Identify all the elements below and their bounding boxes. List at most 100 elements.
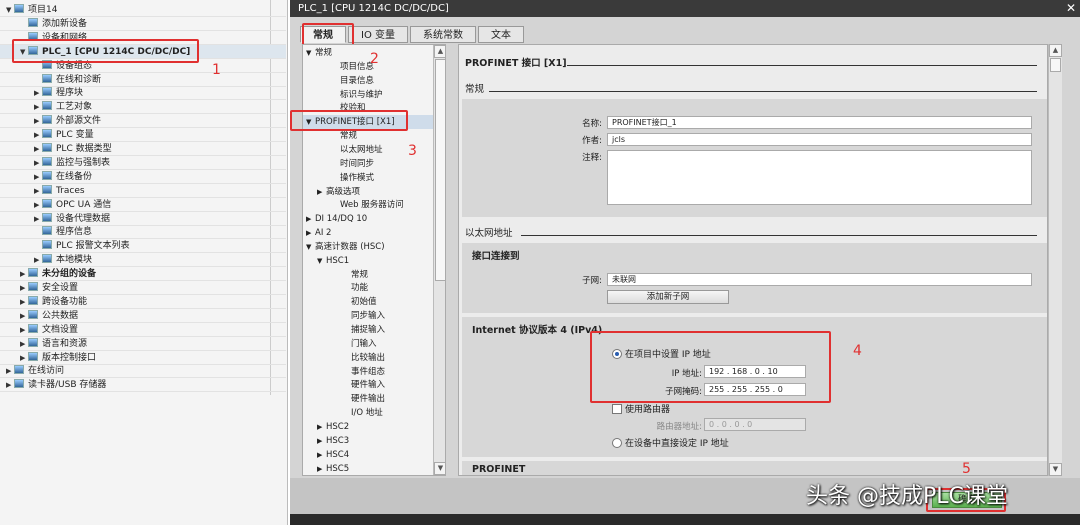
expand-arrow-icon[interactable]: ▶ [34, 114, 42, 128]
tree-item[interactable]: 程序信息 [0, 225, 286, 240]
expand-arrow-icon[interactable]: ▶ [6, 378, 14, 392]
expand-arrow-icon[interactable]: ▶ [317, 434, 326, 448]
nav-item[interactable]: I/O 地址 [303, 406, 435, 420]
expand-arrow-icon[interactable]: ▶ [317, 448, 326, 462]
tree-item[interactable]: 在线和诊断 [0, 73, 286, 87]
tree-item[interactable]: ▶ 在线备份 [0, 170, 286, 184]
expand-arrow-icon[interactable]: ▶ [20, 281, 28, 295]
expand-arrow-icon[interactable]: ▶ [20, 309, 28, 323]
nav-item[interactable]: 事件组态 [303, 365, 435, 379]
nav-item[interactable]: ▼ HSC1 [303, 254, 435, 268]
expand-arrow-icon[interactable]: ▶ [34, 170, 42, 184]
expand-arrow-icon[interactable]: ▼ [317, 254, 326, 268]
nav-item[interactable]: 硬件输入 [303, 378, 435, 392]
tree-item[interactable]: ▶ 未分组的设备 [0, 267, 286, 282]
tree-item[interactable]: ▶ Traces [0, 184, 286, 198]
nav-item[interactable]: ▶ DI 14/DQ 10 [303, 212, 435, 226]
subnet-select[interactable]: 未联网 [607, 273, 1032, 286]
use-router-checkbox[interactable]: 使用路由器 [612, 402, 670, 415]
nav-item[interactable]: ▶ 高级选项 [303, 185, 435, 199]
nav-item[interactable]: 操作模式 [303, 171, 435, 185]
expand-arrow-icon[interactable]: ▶ [34, 212, 42, 226]
expand-arrow-icon[interactable]: ▶ [34, 156, 42, 170]
nav-item[interactable]: ▶ HSC4 [303, 448, 435, 462]
tree-item[interactable]: 添加新设备 [0, 17, 286, 31]
expand-arrow-icon[interactable]: ▶ [20, 295, 28, 309]
nav-item[interactable]: ▶ HSC3 [303, 434, 435, 448]
nav-item[interactable]: 初始值 [303, 295, 435, 309]
scroll-thumb[interactable] [1050, 58, 1061, 72]
nav-item[interactable]: 门输入 [303, 337, 435, 351]
tab-io-tags[interactable]: IO 变量 [348, 26, 408, 43]
tree-item[interactable]: ▼ 项目14 [0, 3, 286, 17]
tree-item[interactable]: ▶ 跨设备功能 [0, 295, 286, 309]
expand-arrow-icon[interactable]: ▶ [34, 128, 42, 142]
nav-item[interactable]: 常规 [303, 268, 435, 282]
tree-item[interactable]: ▶ 版本控制接口 [0, 351, 286, 365]
expand-arrow-icon[interactable]: ▼ [306, 240, 315, 254]
expand-arrow-icon[interactable]: ▶ [34, 184, 42, 198]
expand-arrow-icon[interactable]: ▶ [317, 420, 326, 434]
tab-system-constants[interactable]: 系统常数 [410, 26, 476, 43]
tree-item[interactable]: ▶ 程序块 [0, 86, 286, 101]
tree-item[interactable]: ▶ 公共数据 [0, 309, 286, 323]
expand-arrow-icon[interactable]: ▶ [317, 462, 326, 476]
nav-item[interactable]: ▼ 常规 [303, 46, 435, 60]
expand-arrow-icon[interactable]: ▶ [306, 226, 315, 240]
nav-item[interactable]: ▶ AI 2 [303, 226, 435, 240]
tree-item[interactable]: ▶ 设备代理数据 [0, 212, 286, 226]
close-icon[interactable]: ✕ [1066, 0, 1076, 17]
tab-texts[interactable]: 文本 [478, 26, 524, 43]
nav-item[interactable]: 目录信息 [303, 74, 435, 88]
nav-item[interactable]: ▶ HSC2 [303, 420, 435, 434]
nav-item[interactable]: 硬件输出 [303, 392, 435, 406]
comment-textarea[interactable] [607, 150, 1032, 205]
scroll-up-icon[interactable]: ▲ [434, 45, 445, 58]
expand-arrow-icon[interactable]: ▶ [306, 212, 315, 226]
tree-item[interactable]: ▶ 工艺对象 [0, 100, 286, 115]
nav-item[interactable]: Web 服务器访问 [303, 198, 435, 212]
expand-arrow-icon[interactable]: ▶ [34, 198, 42, 212]
expand-arrow-icon[interactable]: ▶ [34, 142, 42, 156]
expand-arrow-icon[interactable]: ▶ [34, 86, 42, 100]
tree-item[interactable]: PLC 报警文本列表 [0, 239, 286, 254]
nav-item[interactable]: 捕捉输入 [303, 323, 435, 337]
nav-item[interactable]: 标识与维护 [303, 88, 435, 102]
tree-item[interactable]: ▶ 文档设置 [0, 323, 286, 337]
tree-item[interactable]: ▶ 监控与强制表 [0, 156, 286, 170]
tree-item[interactable]: ▶ 外部源文件 [0, 114, 286, 129]
expand-arrow-icon[interactable]: ▶ [317, 185, 326, 199]
scroll-down-icon[interactable]: ▼ [1049, 463, 1062, 476]
content-scrollbar[interactable]: ▲ ▼ [1048, 44, 1062, 476]
nav-item[interactable]: ▼ 高速计数器 (HSC) [303, 240, 435, 254]
expand-arrow-icon[interactable]: ▶ [20, 351, 28, 365]
nav-item[interactable]: 同步输入 [303, 309, 435, 323]
nav-item[interactable]: 比较输出 [303, 351, 435, 365]
tree-item[interactable]: ▶ 安全设置 [0, 281, 286, 295]
tree-item[interactable]: ▶ 语言和资源 [0, 337, 286, 351]
nav-scrollbar[interactable]: ▲ ▼ [433, 45, 445, 475]
tree-item[interactable]: ▶ 读卡器/USB 存储器 [0, 378, 286, 393]
scroll-thumb[interactable] [435, 59, 445, 281]
set-ip-on-device-radio[interactable]: 在设备中直接设定 IP 地址 [612, 436, 729, 449]
author-input[interactable]: jcls [607, 133, 1032, 146]
expand-arrow-icon[interactable]: ▶ [20, 337, 28, 351]
nav-item[interactable]: 功能 [303, 281, 435, 295]
nav-item[interactable]: 项目信息 [303, 60, 435, 74]
add-subnet-button[interactable]: 添加新子网 [607, 290, 729, 304]
expand-arrow-icon[interactable]: ▶ [20, 323, 28, 337]
tree-item[interactable]: ▶ 在线访问 [0, 364, 286, 379]
expand-arrow-icon[interactable]: ▼ [6, 3, 14, 17]
expand-arrow-icon[interactable]: ▶ [34, 100, 42, 114]
nav-item[interactable]: ▶ HSC5 [303, 462, 435, 476]
tree-item[interactable]: ▶ PLC 变量 [0, 128, 286, 143]
scroll-down-icon[interactable]: ▼ [434, 462, 445, 475]
tree-item[interactable]: ▶ PLC 数据类型 [0, 142, 286, 156]
expand-arrow-icon[interactable]: ▶ [34, 253, 42, 267]
name-input[interactable]: PROFINET接口_1 [607, 116, 1032, 129]
expand-arrow-icon[interactable]: ▶ [6, 364, 14, 378]
scroll-up-icon[interactable]: ▲ [1049, 44, 1062, 57]
tree-item[interactable]: ▶ OPC UA 通信 [0, 198, 286, 212]
tree-item[interactable]: ▶ 本地模块 [0, 253, 286, 268]
expand-arrow-icon[interactable]: ▼ [306, 46, 315, 60]
